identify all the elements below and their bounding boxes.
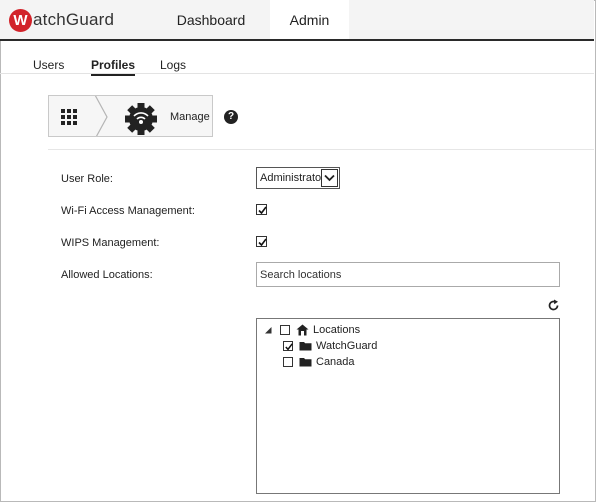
logo-text: atchGuard — [33, 10, 115, 29]
tree-node-canada[interactable]: Canada — [283, 355, 355, 369]
user-role-label: User Role: — [61, 173, 113, 185]
user-role-value: Administrator — [260, 172, 325, 184]
expand-triangle-icon[interactable] — [265, 326, 272, 334]
folder-icon — [299, 358, 312, 367]
refresh-icon[interactable] — [547, 299, 560, 312]
watchguard-checkbox[interactable] — [283, 341, 293, 351]
watchguard-logo[interactable]: W atchGuard — [9, 8, 114, 32]
wips-checkbox[interactable] — [256, 236, 267, 247]
tree-node-watchguard[interactable]: WatchGuard — [283, 339, 377, 353]
locations-checkbox[interactable] — [280, 325, 290, 335]
wips-label: WIPS Management: — [61, 237, 160, 249]
subtab-users[interactable]: Users — [33, 58, 64, 72]
grid-icon[interactable] — [61, 109, 77, 125]
tree-label-watchguard[interactable]: WatchGuard — [316, 340, 377, 352]
nav-tab-admin[interactable]: Admin — [270, 0, 349, 39]
subtab-profiles[interactable]: Profiles — [91, 58, 136, 76]
canada-checkbox[interactable] — [283, 357, 293, 367]
sub-tabs: Users Profiles Logs — [0, 42, 594, 76]
tree-label-locations[interactable]: Locations — [313, 324, 360, 336]
checkmark-icon — [258, 206, 267, 215]
home-icon — [296, 324, 309, 336]
locations-tree[interactable]: Locations WatchGuard Canada — [256, 318, 560, 494]
chevron-down-icon[interactable] — [321, 169, 338, 187]
wifi-access-label: Wi-Fi Access Management: — [61, 205, 195, 217]
nav-tab-dashboard[interactable]: Dashboard — [152, 0, 270, 39]
chevron-right-icon — [94, 96, 108, 136]
tree-label-canada[interactable]: Canada — [316, 356, 355, 368]
search-locations-input[interactable] — [256, 262, 560, 287]
help-icon[interactable]: ? — [224, 110, 238, 124]
top-bar: W atchGuard Dashboard Admin — [0, 0, 594, 41]
section-divider — [48, 149, 594, 150]
breadcrumb: Manage — [48, 95, 213, 137]
logo-badge: W — [9, 8, 32, 32]
allowed-locations-label: Allowed Locations: — [61, 269, 153, 281]
tree-node-locations[interactable]: Locations — [265, 323, 360, 337]
subtab-logs[interactable]: Logs — [160, 58, 186, 72]
user-role-select[interactable]: Administrator — [256, 167, 340, 189]
wifi-access-checkbox[interactable] — [256, 204, 267, 215]
checkmark-icon — [285, 343, 293, 351]
breadcrumb-current: Manage — [170, 111, 210, 123]
checkmark-icon — [258, 238, 267, 247]
folder-icon — [299, 342, 312, 351]
gear-wifi-icon[interactable] — [122, 98, 160, 136]
